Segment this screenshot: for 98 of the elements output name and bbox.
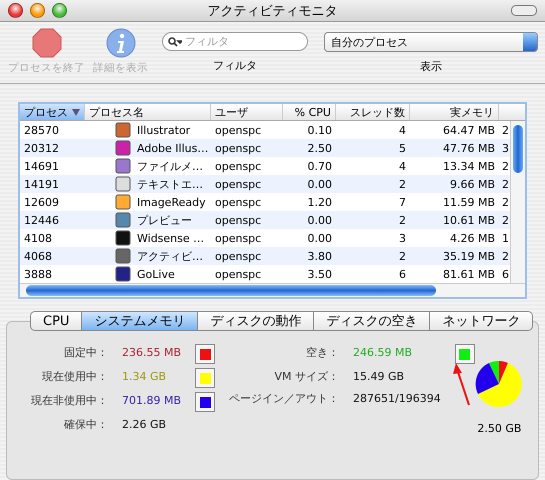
table-cell-text: openspc [214, 268, 262, 281]
table-cell-text: 9.66 MB [448, 178, 496, 191]
table-cell-text: 2 [501, 178, 509, 191]
table-cell-text: 0.00 [306, 214, 333, 227]
table-cell-text: 13.34 MB [442, 160, 496, 173]
table-cell-text: 20312 [23, 142, 60, 155]
table-cell-text: 12609 [23, 196, 60, 209]
table-cell-text: openspc [214, 214, 262, 227]
tab[interactable]: CPU [30, 311, 82, 332]
show-dropdown[interactable]: 自分のプロセス [324, 32, 538, 52]
table-cell-text: 3.80 [306, 250, 333, 263]
memory-label: VM サイズ： [274, 369, 340, 386]
table-cell-text: 2 [501, 250, 509, 263]
table-cell: ImageReady [137, 196, 206, 209]
filter-label: フィルタ [213, 58, 257, 74]
memory-value: 701.89 MB [122, 393, 182, 410]
table-cell-text: 11.59 MB [442, 196, 496, 209]
table-cell-text: openspc [214, 232, 262, 245]
total-memory: 2.50 GB [477, 422, 522, 436]
show-label: 表示 [420, 59, 442, 74]
table-cell-text: 2 [501, 160, 509, 173]
tab[interactable]: システムメモリ [82, 311, 198, 332]
table-cell-text: 10.61 MB [442, 214, 496, 227]
table-cell-text: 64.47 MB [442, 124, 496, 137]
memory-label: 固定中： [64, 345, 108, 362]
table-cell-text: 0.10 [306, 124, 333, 137]
process-row[interactable]: 20312 Adobe Illus… openspc 2.50 5 47.76 MB 3 [20, 139, 510, 158]
table-cell-text: openspc [214, 160, 262, 173]
table-cell-text: 4.26 MB [448, 232, 496, 245]
table-cell: テキストエ… [137, 176, 203, 192]
column-header[interactable]: % CPU [283, 104, 336, 120]
tab[interactable]: ディスクの空き [314, 311, 430, 332]
tab[interactable]: ディスクの動作 [198, 311, 314, 332]
table-cell-text: 4068 [23, 250, 53, 263]
table-cell-text: 6 [398, 268, 407, 281]
column-header[interactable]: プロセス名 [85, 104, 211, 120]
search-field[interactable]: フィルタ [162, 32, 308, 52]
table-cell-text: 14691 [23, 160, 60, 173]
table-cell-text: openspc [214, 124, 262, 137]
memory-value: 236.55 MB [122, 345, 182, 362]
table-cell: プレビュー [137, 212, 192, 228]
table-cell-text: openspc [214, 142, 262, 155]
table-cell-text: 2 [398, 214, 407, 227]
tab[interactable]: ネットワーク [430, 311, 534, 332]
table-cell-text: 14191 [23, 178, 60, 191]
table-cell-text: 6 [501, 268, 509, 281]
table-cell-text: 0.00 [306, 178, 333, 191]
table-cell-text: 0.00 [306, 232, 333, 245]
memory-label: ページイン／アウト： [229, 391, 340, 408]
table-cell-text: openspc [214, 178, 262, 191]
column-header[interactable]: プロセス [20, 104, 85, 120]
window-title: アクティビティモニタ [206, 2, 338, 20]
table-cell-text: 35.19 MB [442, 250, 496, 263]
table-cell-text: 3 [398, 232, 407, 245]
table-cell-text: 2 [501, 124, 509, 137]
table-cell: GoLive [137, 268, 175, 281]
table-cell: Adobe Illus… [137, 142, 208, 155]
table-cell-text: 3.50 [306, 268, 333, 281]
process-row[interactable]: 4068 アクティビ… openspc 3.80 2 35.19 MB 2 [20, 247, 510, 266]
table-cell-text: 1.20 [306, 196, 333, 209]
table-cell-text: 4 [398, 160, 407, 173]
memory-label: 現在使用中： [42, 369, 108, 386]
table-cell: アクティビ… [137, 248, 203, 264]
table-cell-text: 2 [398, 250, 407, 263]
table-cell-text: 28570 [23, 124, 60, 137]
table-cell-text: 47.76 MB [442, 142, 496, 155]
table-cell-text: 81.61 MB [442, 268, 496, 281]
process-row[interactable]: 12446 プレビュー openspc 0.00 2 10.61 MB 2 [20, 211, 510, 230]
table-cell-text: 3 [501, 142, 509, 155]
table-cell: ファイルメ… [137, 158, 203, 174]
table-cell-text: 4108 [23, 232, 53, 245]
table-cell-text: 1 [501, 232, 509, 245]
table-cell-text: 2 [501, 214, 509, 227]
memory-label: 確保中： [64, 417, 108, 434]
table-cell-text: 3888 [23, 268, 53, 281]
memory-value: 1.34 GB [122, 369, 168, 386]
table-cell-text: 0.70 [306, 160, 333, 173]
table-cell-text: 2 [501, 196, 509, 209]
table-cell-text: openspc [214, 196, 262, 209]
memory-value: 2.26 GB [122, 417, 168, 434]
table-cell-text: 5 [398, 142, 407, 155]
column-header[interactable]: ユーザ [211, 104, 283, 120]
memory-label: 空き： [306, 345, 340, 362]
column-header[interactable]: 実メモリ [410, 104, 499, 120]
table-cell-text: openspc [214, 250, 262, 263]
table-cell-text: 2 [398, 178, 407, 191]
process-row[interactable]: 14191 テキストエ… openspc 0.00 2 9.66 MB 2 [20, 175, 510, 194]
memory-value: 15.49 GB [353, 369, 406, 386]
table-cell: Widsense … [137, 232, 204, 245]
table-cell: Illustrator [137, 124, 190, 137]
memory-value: 287651/196394 [353, 391, 441, 408]
table-cell-text: 7 [398, 196, 407, 209]
table-cell-text: 4 [398, 124, 407, 137]
memory-label: 現在非使用中： [31, 393, 108, 410]
table-cell-text: 12446 [23, 214, 60, 227]
column-header[interactable]: スレッド数 [336, 104, 410, 120]
memory-value: 246.59 MB [353, 345, 414, 362]
table-cell-text: 2.50 [306, 142, 333, 155]
